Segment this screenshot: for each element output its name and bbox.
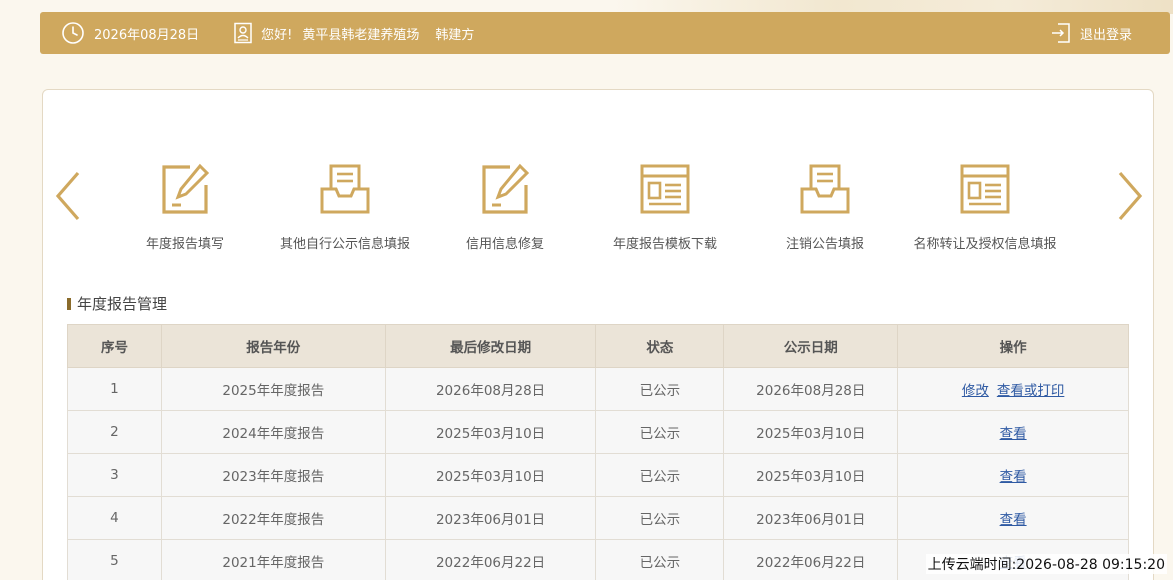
column-header: 报告年份 xyxy=(160,324,386,368)
last-modified-date: 2022年06月22日 xyxy=(384,539,597,580)
table-row: 3 2023年年度报告 2025年03月10日 已公示 2025年03月10日 … xyxy=(67,453,1129,497)
section-title-text: 年度报告管理 xyxy=(77,295,168,313)
quick-link-label: 年度报告填写 xyxy=(145,237,224,252)
row-number: 3 xyxy=(67,453,162,497)
last-modified-date: 2023年06月01日 xyxy=(384,496,597,540)
view-or-print-link[interactable]: 查看或打印 xyxy=(997,383,1065,399)
last-modified-date: 2025年03月10日 xyxy=(384,410,597,454)
publish-date: 2026年08月28日 xyxy=(723,367,899,411)
row-number: 1 xyxy=(67,367,162,411)
section-title-bar xyxy=(67,297,71,310)
carousel-next-arrow-icon[interactable] xyxy=(1115,170,1145,222)
publish-date: 2025年03月10日 xyxy=(723,410,899,454)
annual-report-table: 序号 报告年份 最后修改日期 状态 公示日期 操作 1 2025年年度报告 20… xyxy=(67,324,1129,580)
status: 已公示 xyxy=(595,410,725,454)
table-row: 2 2024年年度报告 2025年03月10日 已公示 2025年03月10日 … xyxy=(67,410,1129,454)
company-name: 黄平县韩老建养殖场 xyxy=(302,27,420,43)
row-number: 5 xyxy=(67,539,162,580)
status: 已公示 xyxy=(595,496,725,540)
clock-icon xyxy=(62,22,84,44)
carousel-prev-arrow-icon[interactable] xyxy=(53,170,83,222)
row-number: 4 xyxy=(67,496,162,540)
table-row: 1 2025年年度报告 2026年08月28日 已公示 2026年08月28日 … xyxy=(67,367,1129,411)
actions-cell: 修改 查看或打印 xyxy=(897,367,1129,411)
quick-link-template-download[interactable]: 年度报告模板下载 xyxy=(585,163,745,252)
quick-link-name-transfer[interactable]: 名称转让及授权信息填报 xyxy=(905,163,1065,252)
publish-date: 2025年03月10日 xyxy=(723,453,899,497)
quick-link-cancellation-notice[interactable]: 注销公告填报 xyxy=(745,163,905,252)
user-info: 您好! 黄平县韩老建养殖场 韩建方 xyxy=(233,22,474,44)
person-name: 韩建方 xyxy=(435,27,475,43)
column-header: 最后修改日期 xyxy=(384,324,597,368)
last-modified-date: 2026年08月28日 xyxy=(384,367,597,411)
publish-date: 2023年06月01日 xyxy=(723,496,899,540)
logout-button[interactable]: 退出登录 xyxy=(1051,22,1132,44)
inbox-document-icon xyxy=(320,164,370,214)
view-link[interactable]: 查看 xyxy=(1000,512,1027,528)
section-title: 年度报告管理 xyxy=(67,293,167,314)
quick-link-label: 注销公告填报 xyxy=(785,237,864,252)
current-date: 2026年08月28日 xyxy=(94,27,200,43)
report-year: 2024年年度报告 xyxy=(160,410,386,454)
quick-link-other-disclosure[interactable]: 其他自行公示信息填报 xyxy=(265,163,425,252)
quick-link-label: 年度报告模板下载 xyxy=(612,237,717,252)
user-card-icon xyxy=(234,22,252,44)
view-link[interactable]: 查看 xyxy=(1000,469,1027,485)
quick-link-credit-repair[interactable]: 信用信息修复 xyxy=(425,163,585,252)
modify-link[interactable]: 修改 xyxy=(962,383,989,399)
quick-link-label: 信用信息修复 xyxy=(465,237,544,252)
browser-template-icon xyxy=(960,164,1010,214)
greeting-text: 您好! xyxy=(261,27,293,43)
date-display: 2026年08月28日 xyxy=(61,21,199,45)
upload-timestamp: 上传云端时间:2026-08-28 09:15:20 xyxy=(925,554,1167,574)
column-header: 操作 xyxy=(897,324,1129,368)
column-header: 序号 xyxy=(67,324,162,368)
top-bar: 2026年08月28日 您好! 黄平县韩老建养殖场 韩建方 退出登录 xyxy=(40,12,1170,54)
edit-pen-icon xyxy=(482,163,530,214)
browser-template-icon xyxy=(640,164,690,214)
actions-cell: 查看 xyxy=(897,410,1129,454)
table-row: 4 2022年年度报告 2023年06月01日 已公示 2023年06月01日 … xyxy=(67,496,1129,540)
column-header: 公示日期 xyxy=(723,324,899,368)
actions-cell: 查看 xyxy=(897,453,1129,497)
edit-pen-icon xyxy=(162,163,210,214)
status: 已公示 xyxy=(595,367,725,411)
main-panel: 年度报告填写 其他自行公示信息填报 信用信息修复 年度报告模板下载 注销公告填报… xyxy=(42,89,1154,580)
row-number: 2 xyxy=(67,410,162,454)
report-year: 2025年年度报告 xyxy=(160,367,386,411)
last-modified-date: 2025年03月10日 xyxy=(384,453,597,497)
view-link[interactable]: 查看 xyxy=(1000,426,1027,442)
report-year: 2023年年度报告 xyxy=(160,453,386,497)
status: 已公示 xyxy=(595,453,725,497)
quick-link-annual-report-fill[interactable]: 年度报告填写 xyxy=(105,163,265,252)
report-year: 2022年年度报告 xyxy=(160,496,386,540)
logout-icon xyxy=(1051,23,1070,43)
report-year: 2021年年度报告 xyxy=(160,539,386,580)
quick-link-label: 名称转让及授权信息填报 xyxy=(913,237,1057,252)
actions-cell: 查看 xyxy=(897,496,1129,540)
logout-label: 退出登录 xyxy=(1079,27,1132,43)
inbox-document-icon xyxy=(800,164,850,214)
column-header: 状态 xyxy=(595,324,725,368)
table-header-row: 序号 报告年份 最后修改日期 状态 公示日期 操作 xyxy=(67,324,1129,368)
quick-link-label: 其他自行公示信息填报 xyxy=(279,237,410,252)
publish-date: 2022年06月22日 xyxy=(723,539,899,580)
status: 已公示 xyxy=(595,539,725,580)
